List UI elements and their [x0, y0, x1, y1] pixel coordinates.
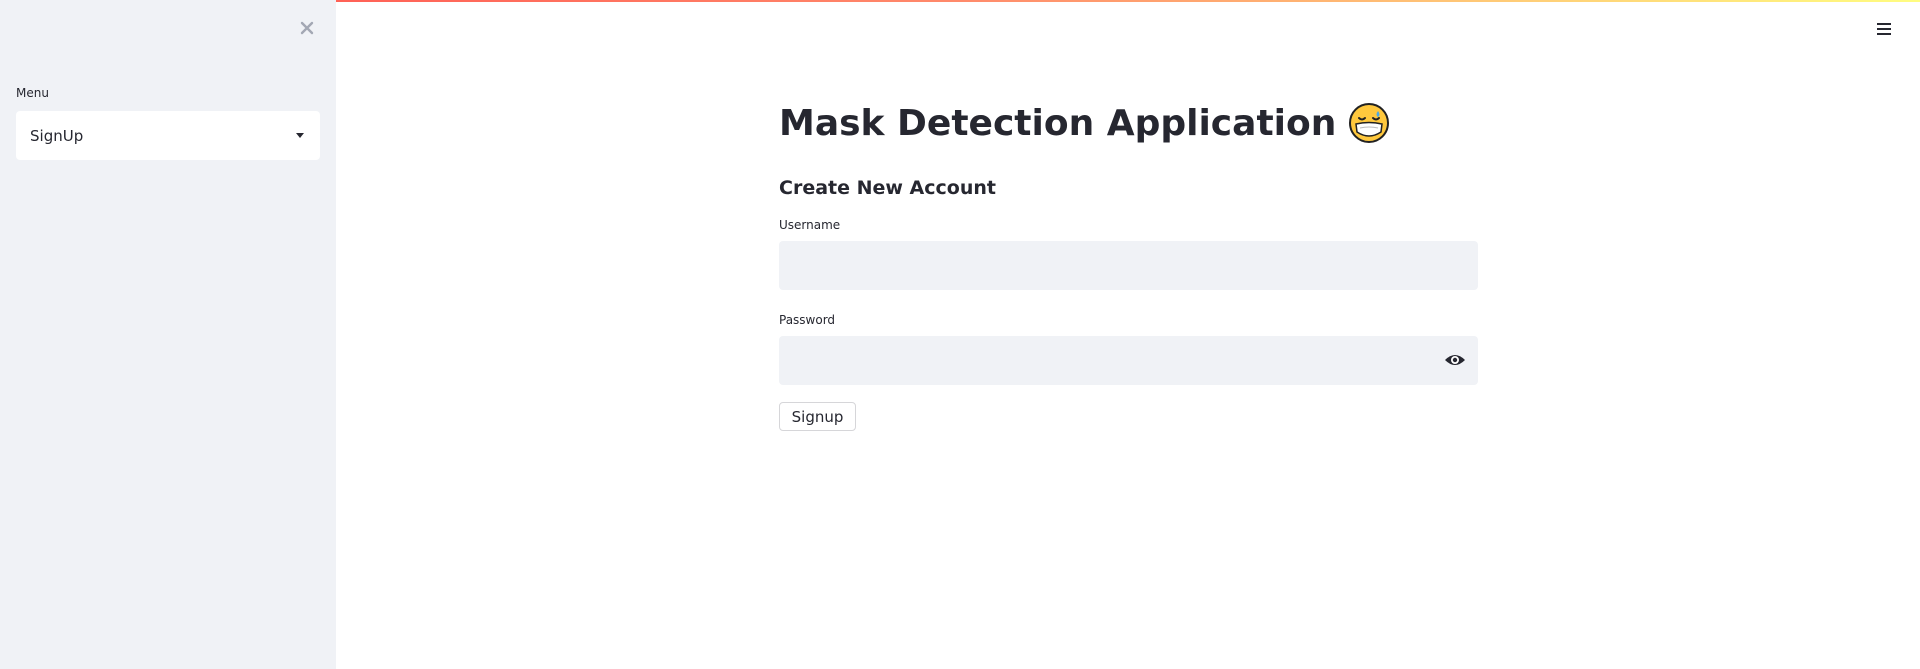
- close-icon: [300, 21, 314, 35]
- page-title-text: Mask Detection Application: [779, 102, 1337, 144]
- username-label: Username: [779, 218, 841, 232]
- section-title: Create New Account: [779, 177, 996, 199]
- close-sidebar-button[interactable]: [296, 17, 318, 39]
- menu-label: Menu: [16, 86, 49, 100]
- menu-select[interactable]: SignUp: [16, 111, 320, 160]
- sidebar: Menu SignUp: [0, 0, 336, 669]
- mask-face-emoji-icon: [1349, 103, 1390, 143]
- hamburger-icon: [1874, 23, 1894, 35]
- chevron-down-icon: [296, 133, 304, 138]
- password-input[interactable]: [779, 336, 1478, 385]
- signup-button[interactable]: Signup: [779, 402, 856, 431]
- main-menu-button[interactable]: [1874, 20, 1894, 38]
- page-title: Mask Detection Application: [779, 102, 1390, 144]
- menu-select-value: SignUp: [30, 126, 84, 145]
- username-input[interactable]: [779, 241, 1478, 290]
- eye-icon[interactable]: [1444, 352, 1466, 368]
- password-label: Password: [779, 313, 836, 327]
